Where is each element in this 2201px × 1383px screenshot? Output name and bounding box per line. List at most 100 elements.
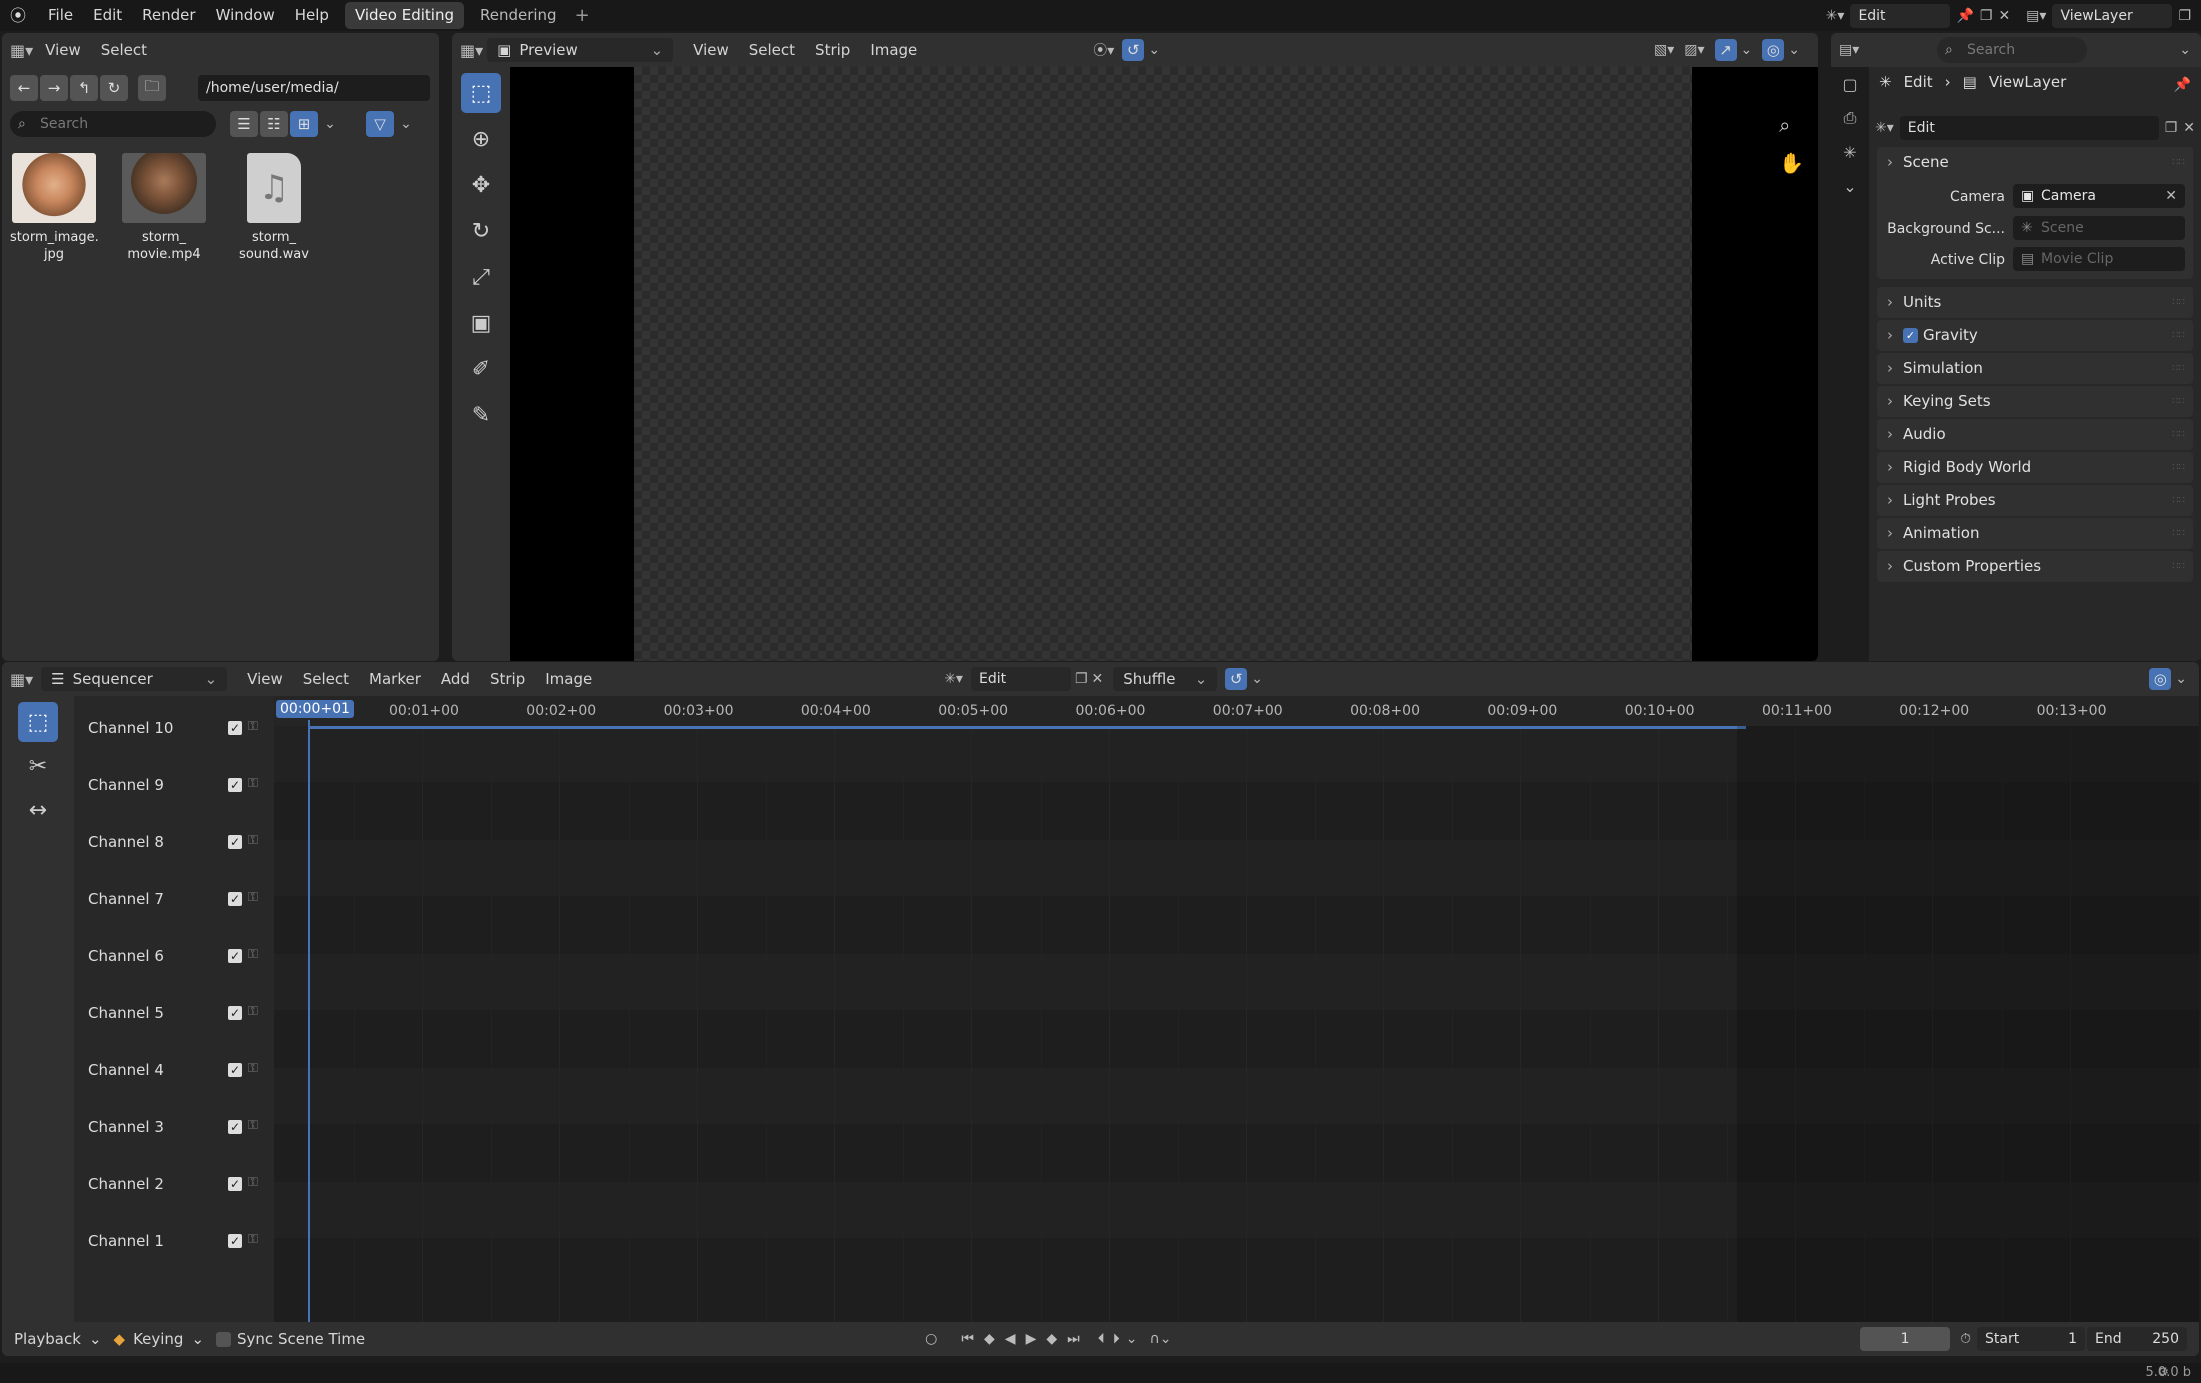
preview-menu-strip[interactable]: Strip	[807, 41, 858, 59]
editor-type-icon[interactable]: ▦▾	[10, 41, 33, 60]
fb-menu-select[interactable]: Select	[93, 41, 155, 59]
current-frame-field[interactable]: 1	[1860, 1327, 1951, 1351]
pan-hand-icon[interactable]: ✋	[1779, 151, 1804, 175]
seq-menu-marker[interactable]: Marker	[361, 670, 429, 688]
new-scene-icon[interactable]: ❐	[2165, 120, 2178, 136]
render-tab-icon[interactable]: ▢	[1831, 67, 1869, 101]
pin-icon[interactable]: 📌	[1956, 8, 1973, 24]
tabs-chevron-icon[interactable]: ⌄	[1831, 169, 1869, 203]
cursor-tool-icon[interactable]: ⊕	[461, 119, 501, 159]
channel-name[interactable]: Channel 8	[88, 833, 164, 851]
transform-tool-icon[interactable]: ▣	[461, 303, 501, 343]
zoom-icon[interactable]: ⌕	[1779, 113, 1804, 137]
time-ruler[interactable]: 00:00+01 00:01+00 00:02+00 00:03+00 00:04+0…	[274, 696, 2199, 726]
channel-name[interactable]: Channel 10	[88, 719, 173, 737]
section-light-probes[interactable]: Light Probes ∷∷	[1877, 485, 2193, 516]
next-frame-icon[interactable]: ⏵	[1113, 1331, 1120, 1347]
thumbnails-icon[interactable]: ⊞	[290, 111, 318, 137]
preview-menu-select[interactable]: Select	[741, 41, 803, 59]
filter-chevron-icon[interactable]: ⌄	[396, 111, 416, 137]
lock-icon[interactable]: ⚿	[248, 719, 258, 735]
section-rigid-body-world[interactable]: Rigid Body World ∷∷	[1877, 452, 2193, 483]
sync-scene-time-toggle[interactable]: Sync Scene Time	[216, 1330, 365, 1348]
snap-icon[interactable]: ↺	[1122, 39, 1145, 61]
channel-mute-checkbox[interactable]: ✓	[228, 892, 242, 906]
drag-grip-icon[interactable]: ∷∷	[2172, 551, 2185, 582]
channel-name[interactable]: Channel 9	[88, 776, 164, 794]
select-tool-icon[interactable]: ⬚	[18, 702, 58, 742]
overlays-icon[interactable]: ◎	[1762, 39, 1785, 61]
channel-name[interactable]: Channel 3	[88, 1118, 164, 1136]
overlays-chevron-icon[interactable]: ⌄	[2175, 671, 2187, 687]
lock-icon[interactable]: ⚿	[248, 1232, 258, 1248]
file-item-movie[interactable]: storm_ movie.mp4	[120, 153, 208, 263]
blender-logo-icon[interactable]: ⦿	[8, 6, 28, 26]
workspace-tab-rendering[interactable]: Rendering	[470, 2, 567, 29]
drag-grip-icon[interactable]: ∷∷	[2172, 147, 2185, 178]
channel-name[interactable]: Channel 2	[88, 1175, 164, 1193]
delete-scene-icon[interactable]: ✕	[1998, 8, 2010, 24]
channel-mute-checkbox[interactable]: ✓	[228, 778, 242, 792]
scene-tab-icon[interactable]: ✳	[1831, 135, 1869, 169]
fb-menu-view[interactable]: View	[37, 41, 89, 59]
gravity-checkbox[interactable]: ✓	[1903, 328, 1918, 343]
preview-menu-view[interactable]: View	[685, 41, 737, 59]
new-scene-icon[interactable]: ❐	[1075, 671, 1088, 687]
view-layer-icon[interactable]: ▤▾	[2026, 8, 2046, 24]
seq-menu-add[interactable]: Add	[433, 670, 478, 688]
parent-dir-icon[interactable]: ↰	[70, 75, 98, 101]
background-scene-field[interactable]: ✳ Scene	[2013, 216, 2185, 240]
section-custom-properties[interactable]: Custom Properties ∷∷	[1877, 551, 2193, 582]
channel-mute-checkbox[interactable]: ✓	[228, 835, 242, 849]
editor-type-icon[interactable]: ▤▾	[1839, 42, 1859, 58]
prev-keyframe-icon[interactable]: ◆	[984, 1331, 995, 1347]
workspace-tab-video-editing[interactable]: Video Editing	[344, 2, 464, 29]
sequencer-view-type-dropdown[interactable]: ☰ Sequencer ⌄	[41, 667, 228, 691]
frame-step-chevron-icon[interactable]: ⌄	[1126, 1331, 1138, 1347]
channel-name[interactable]: Channel 7	[88, 890, 164, 908]
overlays-icon[interactable]: ◎	[2149, 668, 2172, 690]
drag-grip-icon[interactable]: ∷∷	[2172, 485, 2185, 516]
timeline[interactable]: 00:00+01 00:01+00 00:02+00 00:03+00 00:04+0…	[274, 696, 2199, 1322]
overlap-mode-dropdown[interactable]: Shuffle ⌄	[1113, 667, 1218, 691]
section-simulation[interactable]: Simulation ∷∷	[1877, 353, 2193, 384]
back-icon[interactable]: ←	[10, 75, 38, 101]
scene-icon[interactable]: ✳▾	[1826, 8, 1845, 24]
section-gravity[interactable]: ✓ Gravity ∷∷	[1877, 320, 2193, 351]
scene-datablock-field[interactable]: Edit	[1899, 116, 2159, 140]
drag-grip-icon[interactable]: ∷∷	[2172, 452, 2185, 483]
seq-menu-image[interactable]: Image	[537, 670, 600, 688]
move-tool-icon[interactable]: ✥	[461, 165, 501, 205]
start-frame-field[interactable]: Start 1	[1977, 1327, 2085, 1351]
scene-name-field[interactable]: Edit	[1850, 3, 1951, 28]
channel-mute-checkbox[interactable]: ✓	[228, 1006, 242, 1020]
section-animation[interactable]: Animation ∷∷	[1877, 518, 2193, 549]
scopes-icon[interactable]: ▨▾	[1684, 42, 1704, 58]
preview-canvas[interactable]: ⌕ ✋	[510, 67, 1818, 661]
menu-window[interactable]: Window	[206, 0, 285, 31]
drag-grip-icon[interactable]: ∷∷	[2172, 518, 2185, 549]
snap-chevron-icon[interactable]: ⌄	[1148, 42, 1160, 58]
properties-search-input[interactable]: Search	[1937, 37, 2087, 63]
channel-mute-checkbox[interactable]: ✓	[228, 721, 242, 735]
camera-field[interactable]: ▣ Camera ✕	[2013, 184, 2185, 208]
current-time-indicator[interactable]: 00:00+01	[276, 700, 354, 718]
file-search-input[interactable]: Search	[10, 111, 216, 137]
editor-type-icon[interactable]: ▦▾	[10, 670, 33, 689]
scene-icon[interactable]: ✳▾	[944, 671, 963, 687]
section-keying-sets[interactable]: Keying Sets ∷∷	[1877, 386, 2193, 417]
section-audio[interactable]: Audio ∷∷	[1877, 419, 2193, 450]
channel-mute-checkbox[interactable]: ✓	[228, 949, 242, 963]
lock-icon[interactable]: ⚿	[248, 833, 258, 849]
auto-keying-icon[interactable]: ○	[925, 1331, 937, 1347]
file-item-image[interactable]: storm_image. jpg	[10, 153, 99, 263]
lock-icon[interactable]: ⚿	[248, 1175, 258, 1191]
channel-name[interactable]: Channel 5	[88, 1004, 164, 1022]
view-type-dropdown[interactable]: ▣ Preview ⌄	[487, 38, 674, 62]
output-tab-icon[interactable]: ⎙	[1831, 101, 1869, 135]
refresh-icon[interactable]: ↻	[100, 75, 128, 101]
snap-icon[interactable]: ↺	[1225, 668, 1248, 690]
next-keyframe-icon[interactable]: ◆	[1046, 1331, 1057, 1347]
end-frame-field[interactable]: End 250	[2087, 1327, 2187, 1351]
drag-grip-icon[interactable]: ∷∷	[2172, 386, 2185, 417]
